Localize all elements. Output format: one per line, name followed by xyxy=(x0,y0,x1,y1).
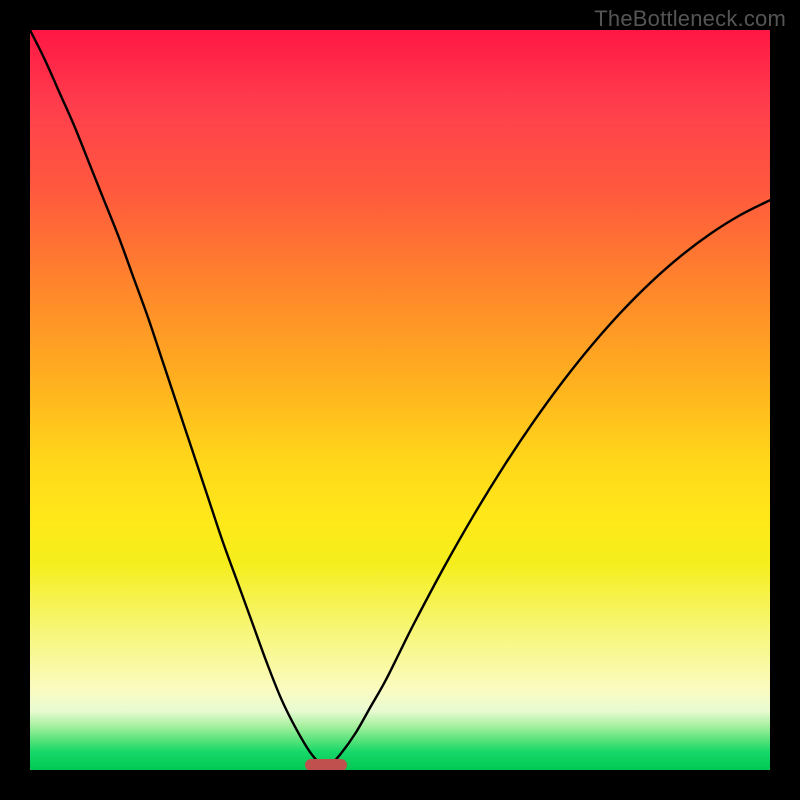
plot-area xyxy=(30,30,770,770)
curve-left xyxy=(30,30,326,770)
chart-svg xyxy=(30,30,770,770)
chart-frame: TheBottleneck.com xyxy=(0,0,800,800)
curve-right xyxy=(326,200,770,770)
minimum-marker xyxy=(305,759,347,770)
watermark-text: TheBottleneck.com xyxy=(594,6,786,32)
